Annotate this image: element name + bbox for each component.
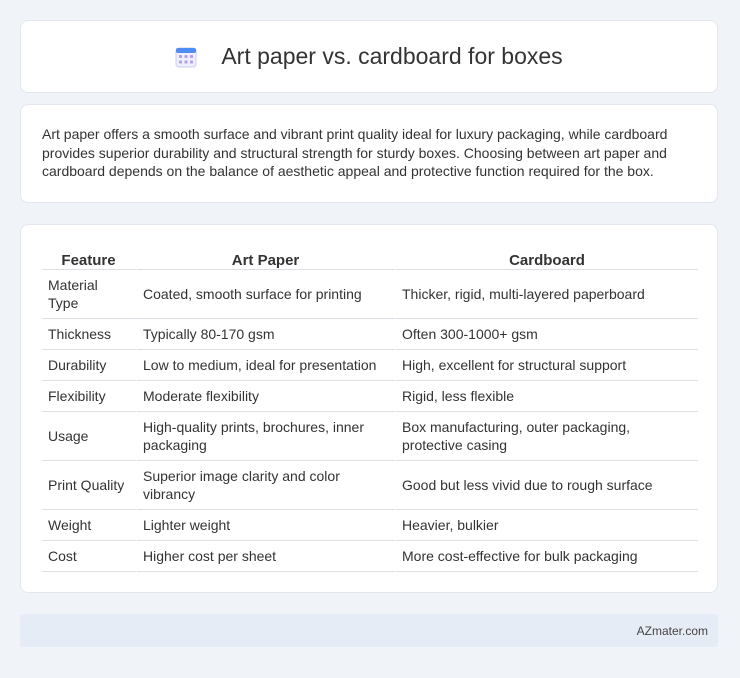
feature-cell: Durability xyxy=(42,350,137,381)
cardboard-cell: Box manufacturing, outer packaging, prot… xyxy=(396,412,698,461)
page-title: Art paper vs. cardboard for boxes xyxy=(175,43,563,70)
feature-cell: Weight xyxy=(42,510,137,541)
column-header-art-paper: Art Paper xyxy=(137,245,396,270)
art-paper-cell: Coated, smooth surface for printing xyxy=(137,270,396,319)
cardboard-cell: High, excellent for structural support xyxy=(396,350,698,381)
calendar-icon xyxy=(175,47,197,67)
comparison-table: Feature Art Paper Cardboard Material Typ… xyxy=(42,245,698,572)
column-header-feature: Feature xyxy=(42,245,137,270)
cardboard-cell: Rigid, less flexible xyxy=(396,381,698,412)
feature-cell: Material Type xyxy=(42,270,137,319)
art-paper-cell: Moderate flexibility xyxy=(137,381,396,412)
feature-cell: Cost xyxy=(42,541,137,572)
art-paper-cell: Typically 80-170 gsm xyxy=(137,319,396,350)
table-row: Thickness Typically 80-170 gsm Often 300… xyxy=(42,319,698,350)
table-row: Material Type Coated, smooth surface for… xyxy=(42,270,698,319)
art-paper-cell: High-quality prints, brochures, inner pa… xyxy=(137,412,396,461)
intro-paragraph: Art paper offers a smooth surface and vi… xyxy=(42,126,668,179)
cardboard-cell: Good but less vivid due to rough surface xyxy=(396,461,698,510)
table-row: Weight Lighter weight Heavier, bulkier xyxy=(42,510,698,541)
feature-cell: Print Quality xyxy=(42,461,137,510)
cardboard-cell: Often 300-1000+ gsm xyxy=(396,319,698,350)
column-header-cardboard: Cardboard xyxy=(396,245,698,270)
art-paper-cell: Higher cost per sheet xyxy=(137,541,396,572)
intro-card: Art paper offers a smooth surface and vi… xyxy=(20,104,718,203)
art-paper-cell: Low to medium, ideal for presentation xyxy=(137,350,396,381)
table-row: Print Quality Superior image clarity and… xyxy=(42,461,698,510)
art-paper-cell: Lighter weight xyxy=(137,510,396,541)
feature-cell: Thickness xyxy=(42,319,137,350)
feature-cell: Usage xyxy=(42,412,137,461)
comparison-card: Feature Art Paper Cardboard Material Typ… xyxy=(20,224,718,593)
table-row: Durability Low to medium, ideal for pres… xyxy=(42,350,698,381)
page-title-text: Art paper vs. cardboard for boxes xyxy=(221,43,563,69)
cardboard-cell: More cost-effective for bulk packaging xyxy=(396,541,698,572)
table-row: Usage High-quality prints, brochures, in… xyxy=(42,412,698,461)
table-row: Flexibility Moderate flexibility Rigid, … xyxy=(42,381,698,412)
title-card: Art paper vs. cardboard for boxes xyxy=(20,20,718,93)
feature-cell: Flexibility xyxy=(42,381,137,412)
footer-bar: AZmater.com xyxy=(20,614,718,647)
cardboard-cell: Thicker, rigid, multi-layered paperboard xyxy=(396,270,698,319)
table-header-row: Feature Art Paper Cardboard xyxy=(42,245,698,270)
table-row: Cost Higher cost per sheet More cost-eff… xyxy=(42,541,698,572)
footer-brand[interactable]: AZmater.com xyxy=(637,624,708,638)
cardboard-cell: Heavier, bulkier xyxy=(396,510,698,541)
art-paper-cell: Superior image clarity and color vibranc… xyxy=(137,461,396,510)
